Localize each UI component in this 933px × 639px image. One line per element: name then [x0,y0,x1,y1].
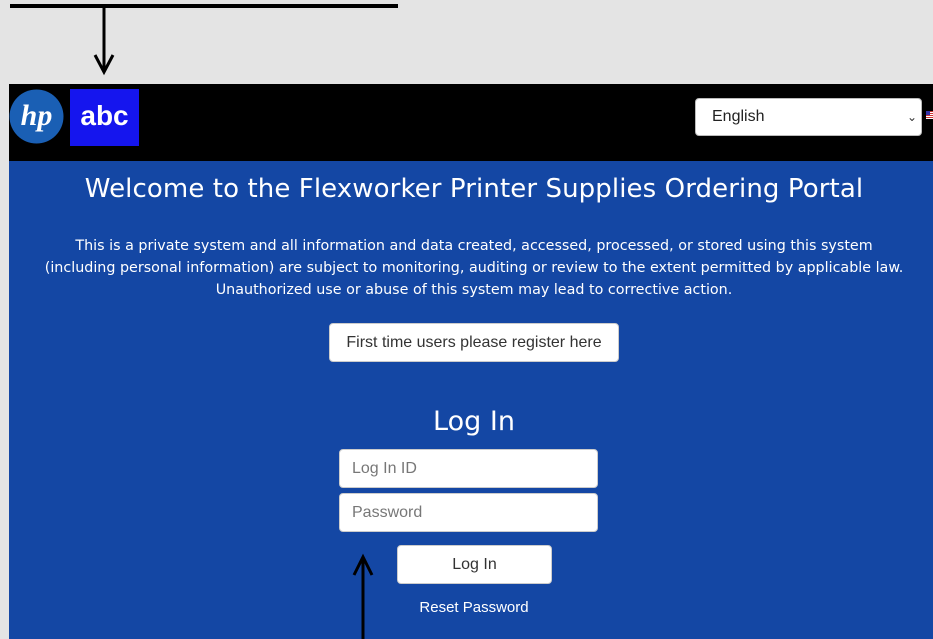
portal-page: hp abc English ⌄ Welcome to the Flexwork… [9,84,933,639]
login-id-input[interactable]: Log In ID [339,449,598,488]
page-title: Welcome to the Flexworker Printer Suppli… [84,174,864,204]
legal-notice: This is a private system and all informa… [29,235,919,301]
legal-notice-line: (including personal information) are sub… [44,260,904,276]
login-heading: Log In [433,406,515,437]
partner-logo[interactable]: abc [70,89,139,146]
annotation-arrowhead-down [93,54,115,76]
legal-notice-line: This is a private system and all informa… [75,238,873,254]
language-select-value: English [712,108,765,125]
language-select[interactable]: English ⌄ [695,98,922,136]
svg-text:hp: hp [21,99,53,132]
password-input[interactable]: Password [339,493,598,532]
login-button[interactable]: Log In [397,545,552,584]
legal-notice-line: Unauthorized use or abuse of this system… [215,282,733,298]
screenshot-stage: hp abc English ⌄ Welcome to the Flexwork… [0,0,933,639]
chevron-down-icon: ⌄ [906,110,917,124]
register-button[interactable]: First time users please register here [329,323,619,362]
hp-logo-icon[interactable]: hp [9,89,64,144]
us-flag-icon [926,111,933,119]
reset-password-link[interactable]: Reset Password [369,599,579,616]
top-header-bar: hp abc English ⌄ [9,84,933,161]
